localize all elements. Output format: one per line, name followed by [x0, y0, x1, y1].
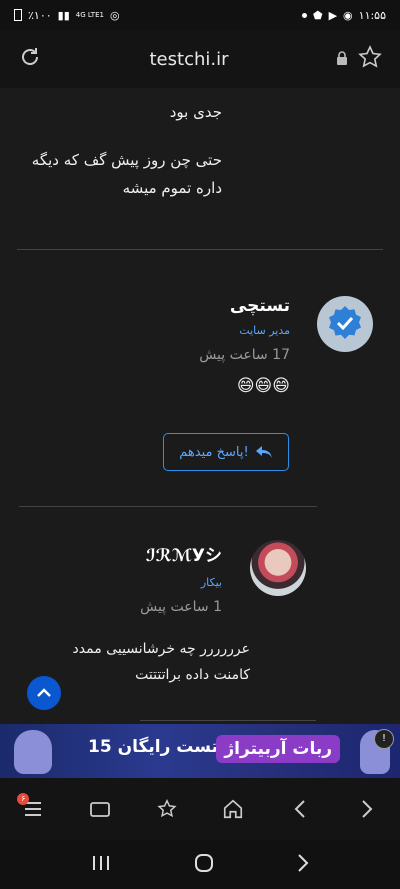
comment-line: حتی چن روز پیش گف که دیگه	[31, 151, 222, 169]
scroll-to-top-button[interactable]	[27, 676, 61, 710]
url-domain[interactable]: testchi.ir	[150, 49, 229, 70]
recent-apps-button[interactable]	[91, 854, 111, 876]
browser-toolbar: testchi.ir	[0, 30, 400, 88]
reply-label: پاسخ میدهم!	[179, 444, 249, 460]
bookmark-star-icon[interactable]	[358, 45, 382, 73]
comment-line: جدی بود	[169, 103, 222, 121]
chrome-icon: ◉	[343, 8, 353, 22]
chevron-left-icon	[294, 800, 305, 818]
wifi-icon: ◎	[109, 8, 120, 22]
comment-divider	[19, 506, 317, 507]
youtube-icon: ▶	[328, 8, 338, 22]
comment-line: داره تموم میشه	[122, 179, 222, 197]
system-nav-bar	[0, 840, 400, 889]
chevron-up-icon	[37, 688, 51, 697]
back-button[interactable]	[280, 789, 320, 829]
home-system-button[interactable]	[193, 852, 215, 878]
comment-divider	[17, 249, 383, 250]
comment-card: ℐℛℳУシ بیکار 1 ساعت پیش	[22, 541, 222, 615]
shield-icon: ⬟	[313, 8, 323, 22]
comment-time: 17 ساعت پیش	[199, 347, 290, 363]
comment-text: 😄😄😄	[236, 376, 290, 396]
tabs-button[interactable]	[80, 789, 120, 829]
bookmarks-star-icon	[157, 799, 177, 818]
reload-icon[interactable]	[18, 45, 42, 73]
previous-comment-text: جدی بود حتی چن روز پیش گف که دیگه داره ت…	[22, 98, 222, 202]
avatar[interactable]	[317, 296, 373, 352]
chevron-right-icon	[361, 800, 373, 818]
home-button[interactable]	[213, 789, 253, 829]
comment-author[interactable]: تستچی	[70, 296, 290, 316]
recent-apps-icon	[93, 855, 109, 870]
robot-illustration	[14, 730, 52, 774]
ad-title: ربات آربیتراژ	[216, 735, 340, 763]
battery-icon	[14, 9, 22, 21]
author-role: مدیر سایت	[239, 324, 290, 337]
signal-icon: ▮▮	[57, 8, 70, 22]
home-icon	[224, 799, 243, 819]
status-bar: ٪۱۰۰ ▮▮ 4G LTE1 ◎ ⬟ ▶ ◉ ۱۱:۵۵	[0, 0, 400, 30]
browser-bottom-nav: ۶	[0, 778, 400, 840]
ad-info-badge[interactable]: !	[374, 729, 394, 749]
lock-icon[interactable]	[336, 50, 348, 69]
author-role: بیکار	[200, 576, 222, 589]
system-back-button[interactable]	[297, 853, 309, 877]
network-label: 4G LTE1	[75, 11, 104, 19]
avatar[interactable]	[250, 540, 306, 596]
comment-divider	[140, 720, 316, 721]
clock-time: ۱۱:۵۵	[358, 8, 386, 22]
comment-author[interactable]: ℐℛℳУシ	[22, 541, 222, 566]
bookmarks-button[interactable]	[147, 789, 187, 829]
reply-arrow-icon	[255, 446, 272, 458]
menu-button[interactable]: ۶	[13, 789, 53, 829]
home-circle-icon	[195, 853, 213, 872]
verified-badge-icon	[329, 306, 361, 339]
comment-line: عرررررر چه خرشانسییی ممدد	[72, 641, 250, 657]
system-back-icon	[298, 853, 309, 872]
battery-percent: ٪۱۰۰	[28, 8, 52, 22]
comment-time: 1 ساعت پیش	[140, 599, 222, 615]
reply-button[interactable]: پاسخ میدهم!	[163, 433, 289, 471]
forward-button[interactable]	[347, 789, 387, 829]
comment-card: تستچی مدیر سایت 17 ساعت پیش 😄😄😄	[70, 296, 290, 399]
notification-dot	[302, 12, 308, 18]
page-content: جدی بود حتی چن روز پیش گف که دیگه داره ت…	[0, 88, 400, 724]
tabs-icon	[90, 802, 110, 817]
ad-banner[interactable]: 15 روز تست رایگان ربات آربیتراژ !	[0, 724, 400, 778]
